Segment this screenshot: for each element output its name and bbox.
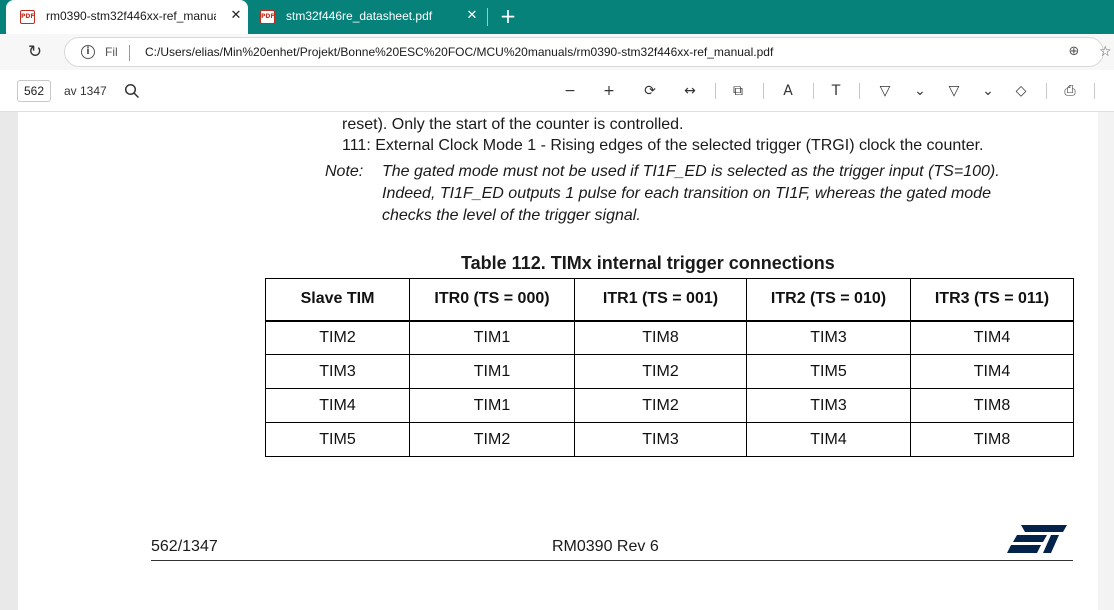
toolbar-divider bbox=[813, 83, 814, 99]
tab-datasheet[interactable]: PDF stm32f446re_datasheet.pdf ✕ bbox=[250, 0, 490, 34]
table-cell: TIM8 bbox=[910, 422, 1074, 457]
table-cell: TIM4 bbox=[265, 388, 410, 423]
table-title: Table 112. TIMx internal trigger connect… bbox=[461, 253, 835, 273]
highlight-icon[interactable]: ▽ bbox=[942, 79, 966, 103]
body-text-line: reset). Only the start of the counter is… bbox=[342, 116, 684, 133]
text-tool-icon[interactable]: T bbox=[824, 79, 848, 103]
zoom-in-icon[interactable]: + bbox=[597, 79, 621, 103]
column-header: ITR3 (TS = 011) bbox=[910, 278, 1074, 322]
table-row: TIM5 TIM2 TIM3 TIM4 TIM8 bbox=[265, 422, 1074, 457]
column-header: ITR2 (TS = 010) bbox=[746, 278, 911, 322]
column-header: ITR1 (TS = 001) bbox=[574, 278, 747, 322]
fit-width-icon[interactable]: ↔ bbox=[678, 79, 702, 103]
pdf-toolbar: 562 av 1347 − + ⟳ ↔ ⧉ A T ▽ ⌄ ▽ ⌄ ◇ ⎙ bbox=[0, 70, 1114, 112]
tab-ref-manual[interactable]: PDF rm0390-stm32f446xx-ref_manual.pdf ✕ bbox=[6, 0, 248, 34]
favorite-icon[interactable]: ☆ bbox=[1099, 42, 1114, 62]
table-cell: TIM4 bbox=[910, 320, 1074, 355]
page-number-input[interactable]: 562 bbox=[17, 80, 51, 102]
note-text-line: Indeed, TI1F_ED outputs 1 pulse for each… bbox=[382, 185, 991, 202]
table-cell: TIM8 bbox=[574, 320, 747, 355]
table-cell: TIM2 bbox=[409, 422, 575, 457]
toolbar-divider bbox=[859, 83, 860, 99]
footer-revision: RM0390 Rev 6 bbox=[552, 538, 659, 555]
pdf-page: reset). Only the start of the counter is… bbox=[18, 112, 1114, 610]
draw-icon[interactable]: ▽ bbox=[873, 79, 897, 103]
table-cell: TIM8 bbox=[910, 388, 1074, 423]
close-icon[interactable]: ✕ bbox=[462, 6, 482, 26]
table-row: TIM4 TIM1 TIM2 TIM3 TIM8 bbox=[265, 388, 1074, 423]
tab-divider bbox=[487, 8, 488, 26]
chevron-down-icon[interactable]: ⌄ bbox=[976, 79, 1000, 103]
table-cell: TIM2 bbox=[574, 354, 747, 389]
footer-page-number: 562/1347 bbox=[151, 538, 218, 555]
rotate-icon[interactable]: ⟳ bbox=[638, 79, 662, 103]
table-cell: TIM4 bbox=[910, 354, 1074, 389]
toolbar-divider bbox=[763, 83, 764, 99]
pdf-icon: PDF bbox=[20, 10, 35, 24]
zoom-icon[interactable]: ⊕ bbox=[1065, 43, 1083, 61]
info-icon[interactable]: i bbox=[81, 45, 95, 59]
new-tab-button[interactable]: + bbox=[496, 4, 520, 28]
tab-title: stm32f446re_datasheet.pdf bbox=[286, 9, 433, 23]
st-logo bbox=[1007, 525, 1067, 553]
table-cell: TIM2 bbox=[265, 320, 410, 355]
toolbar-divider bbox=[715, 83, 716, 99]
table-cell: TIM3 bbox=[746, 388, 911, 423]
table-cell: TIM2 bbox=[574, 388, 747, 423]
search-icon[interactable] bbox=[120, 79, 144, 103]
table-cell: TIM5 bbox=[746, 354, 911, 389]
tab-title: rm0390-stm32f446xx-ref_manual.pdf bbox=[46, 9, 216, 23]
url-scheme-label: Fil bbox=[105, 45, 118, 59]
chevron-down-icon[interactable]: ⌄ bbox=[908, 79, 932, 103]
table-cell: TIM1 bbox=[409, 388, 575, 423]
note-text-line: The gated mode must not be used if TI1F_… bbox=[382, 163, 1000, 180]
read-aloud-icon[interactable]: A bbox=[776, 79, 800, 103]
print-icon[interactable]: ⎙ bbox=[1058, 79, 1082, 103]
note-label: Note: bbox=[325, 163, 364, 180]
zoom-out-icon[interactable]: − bbox=[558, 79, 582, 103]
table-row: TIM2 TIM1 TIM8 TIM3 TIM4 bbox=[265, 320, 1074, 355]
table-cell: TIM1 bbox=[409, 320, 575, 355]
page-total-label: av 1347 bbox=[64, 84, 107, 98]
pdf-icon: PDF bbox=[260, 10, 275, 24]
trigger-connections-table: Slave TIM ITR0 (TS = 000) ITR1 (TS = 001… bbox=[265, 278, 1074, 457]
note-text-line: checks the level of the trigger signal. bbox=[382, 207, 641, 224]
page-view-icon[interactable]: ⧉ bbox=[726, 79, 750, 103]
address-bar: ↻ i Fil C:/Users/elias/Min%20enhet/Proje… bbox=[0, 34, 1114, 70]
toolbar-divider bbox=[1094, 83, 1095, 99]
column-header: Slave TIM bbox=[265, 278, 410, 322]
table-row: TIM3 TIM1 TIM2 TIM5 TIM4 bbox=[265, 354, 1074, 389]
refresh-icon[interactable]: ↻ bbox=[22, 39, 48, 65]
table-cell: TIM5 bbox=[265, 422, 410, 457]
column-header: ITR0 (TS = 000) bbox=[409, 278, 575, 322]
footer-rule bbox=[151, 560, 1073, 561]
toolbar-divider bbox=[1046, 83, 1047, 99]
side-panel-edge bbox=[1098, 112, 1114, 610]
url-divider bbox=[129, 45, 130, 61]
pdf-viewer[interactable]: reset). Only the start of the counter is… bbox=[0, 112, 1114, 610]
table-cell: TIM3 bbox=[574, 422, 747, 457]
url-box[interactable]: i Fil C:/Users/elias/Min%20enhet/Projekt… bbox=[64, 37, 1112, 67]
eraser-icon[interactable]: ◇ bbox=[1009, 79, 1033, 103]
url-text[interactable]: C:/Users/elias/Min%20enhet/Projekt/Bonne… bbox=[145, 45, 773, 59]
table-cell: TIM1 bbox=[409, 354, 575, 389]
tab-bar: PDF rm0390-stm32f446xx-ref_manual.pdf ✕ … bbox=[0, 0, 1114, 34]
table-header-row: Slave TIM ITR0 (TS = 000) ITR1 (TS = 001… bbox=[265, 278, 1074, 322]
body-text-line: 111: External Clock Mode 1 - Rising edge… bbox=[342, 137, 984, 154]
table-cell: TIM3 bbox=[265, 354, 410, 389]
table-cell: TIM4 bbox=[746, 422, 911, 457]
close-icon[interactable]: ✕ bbox=[226, 6, 246, 26]
table-cell: TIM3 bbox=[746, 320, 911, 355]
